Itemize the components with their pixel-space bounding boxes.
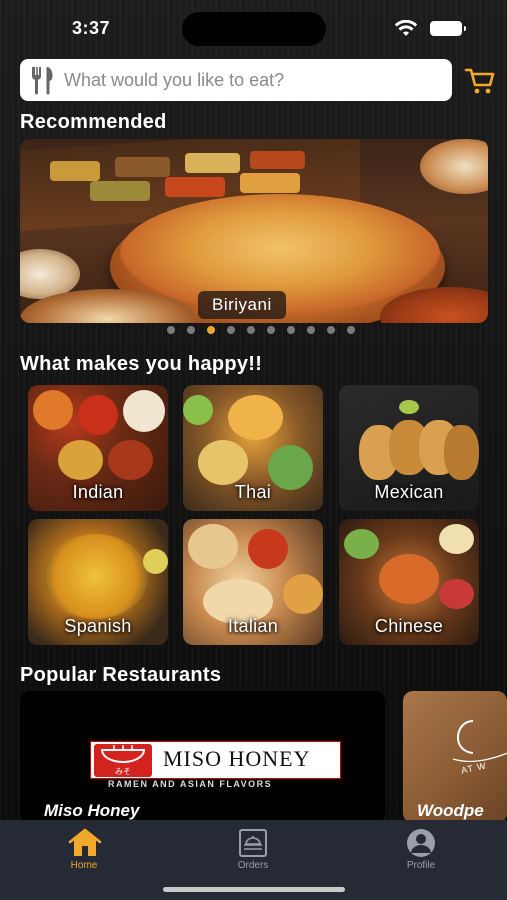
battery-icon: [430, 21, 466, 36]
home-icon: [68, 828, 102, 856]
tab-home[interactable]: Home: [44, 826, 124, 876]
recommended-title: Recommended: [20, 111, 167, 133]
restaurant-tagline: RAMEN AND ASIAN FLAVORS: [108, 779, 273, 789]
category-label: Italian: [227, 616, 279, 636]
tab-label: Profile: [406, 860, 436, 871]
restaurant-card-woodpe[interactable]: AT W Woodpe: [403, 691, 507, 823]
restaurants-title: Popular Restaurants: [20, 664, 222, 686]
category-label: Mexican: [374, 482, 444, 502]
category-tile-mexican[interactable]: Mexican: [339, 385, 479, 511]
tab-label: Home: [70, 860, 98, 871]
tab-orders[interactable]: Orders: [213, 826, 293, 876]
restaurant-card-miso-honey[interactable]: みそ MISO HONEY RAMEN AND ASIAN FLAVORS Mi…: [20, 691, 385, 823]
happy-title: What makes you happy!!: [20, 353, 263, 375]
search-input[interactable]: [64, 69, 434, 91]
home-indicator: [163, 887, 345, 892]
tab-profile[interactable]: Profile: [381, 826, 461, 876]
fork-knife-icon: [20, 59, 64, 101]
status-time: 3:37: [72, 18, 111, 38]
carousel-dots[interactable]: [167, 326, 355, 334]
category-label: Thai: [234, 482, 272, 502]
carousel-dot[interactable]: [307, 326, 315, 334]
banner-label: Biriyani: [198, 291, 286, 319]
restaurant-name: Woodpe: [417, 801, 484, 820]
profile-icon: [407, 829, 435, 857]
logo-text: MISO HONEY: [163, 746, 311, 771]
ramen-bowl-icon: みそ: [94, 744, 152, 777]
category-tile-thai[interactable]: Thai: [183, 385, 323, 511]
carousel-dot[interactable]: [287, 326, 295, 334]
carousel-dot[interactable]: [247, 326, 255, 334]
category-tile-italian[interactable]: Italian: [183, 519, 323, 645]
category-tile-chinese[interactable]: Chinese: [339, 519, 479, 645]
carousel-dot[interactable]: [187, 326, 195, 334]
category-tile-indian[interactable]: Indian: [28, 385, 168, 511]
carousel-dot-active[interactable]: [207, 326, 215, 334]
category-label: Spanish: [64, 616, 132, 636]
tab-label: Orders: [237, 860, 269, 871]
search-bar[interactable]: [20, 59, 452, 101]
logo-mark: みそ: [115, 767, 131, 776]
restaurant-name: Miso Honey: [44, 801, 140, 820]
dynamic-island: [182, 12, 326, 46]
orders-icon: [239, 829, 267, 857]
carousel-dot[interactable]: [267, 326, 275, 334]
cart-icon[interactable]: [464, 65, 496, 97]
status-bar: 3:37: [0, 0, 507, 56]
miso-honey-logo: みそ MISO HONEY: [90, 741, 341, 779]
carousel-dot[interactable]: [227, 326, 235, 334]
carousel-dot[interactable]: [327, 326, 335, 334]
carousel-dot[interactable]: [347, 326, 355, 334]
wifi-icon: [394, 20, 418, 36]
category-tile-spanish[interactable]: Spanish: [28, 519, 168, 645]
category-label: Chinese: [374, 616, 444, 636]
carousel-dot[interactable]: [167, 326, 175, 334]
category-label: Indian: [72, 482, 124, 502]
